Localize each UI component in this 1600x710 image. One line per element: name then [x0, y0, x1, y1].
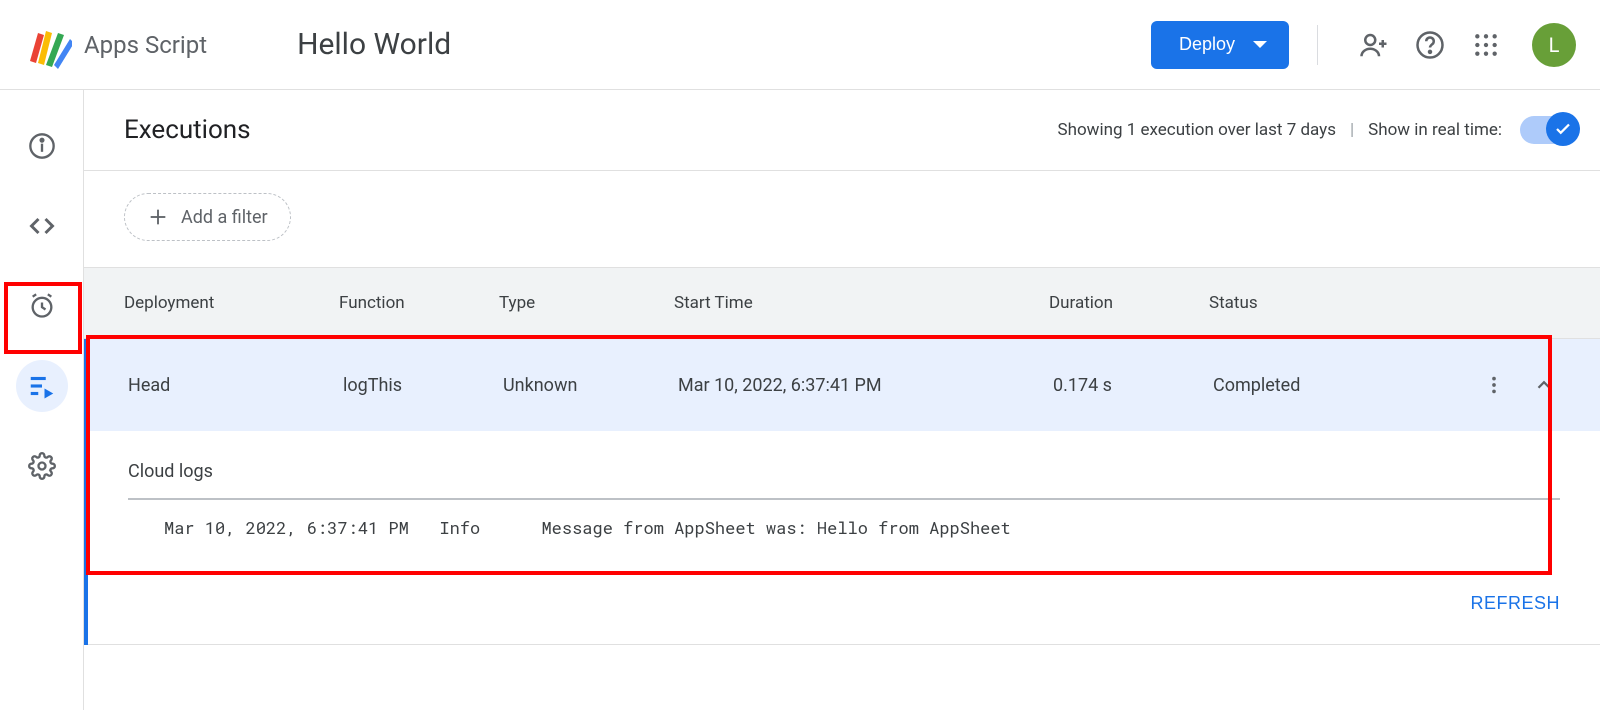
realtime-toggle[interactable]: [1520, 116, 1578, 144]
rail-overview-button[interactable]: [16, 120, 68, 172]
info-icon: [28, 132, 56, 160]
cell-deployment: Head: [128, 375, 343, 396]
summary-divider: |: [1350, 120, 1354, 140]
brand-block: Apps Script: [24, 21, 207, 69]
table-header: Deployment Function Type Start Time Dura…: [84, 267, 1600, 339]
col-function[interactable]: Function: [339, 293, 499, 313]
brand-name: Apps Script: [84, 31, 207, 59]
main-content: Executions Showing 1 execution over last…: [84, 90, 1600, 710]
apps-grid-icon: [1473, 32, 1499, 58]
add-filter-label: Add a filter: [181, 207, 268, 228]
deploy-button-label: Deploy: [1179, 34, 1235, 55]
help-button[interactable]: [1406, 21, 1454, 69]
executions-icon: [27, 371, 57, 401]
logs-divider: [128, 498, 1560, 500]
alarm-clock-icon: [28, 292, 56, 320]
col-deployment[interactable]: Deployment: [124, 293, 339, 313]
chevron-down-icon: [1253, 41, 1267, 48]
rail-executions-button[interactable]: [16, 360, 68, 412]
cell-start: Mar 10, 2022, 6:37:41 PM: [678, 375, 1053, 396]
apps-launcher-button[interactable]: [1462, 21, 1510, 69]
help-icon: [1415, 30, 1445, 60]
account-avatar[interactable]: L: [1532, 23, 1576, 67]
plus-icon: [147, 206, 169, 228]
rail-editor-button[interactable]: [16, 200, 68, 252]
executions-summary: Showing 1 execution over last 7 days: [1058, 120, 1336, 140]
filter-row: Add a filter: [124, 171, 1578, 267]
header-divider: [1317, 25, 1318, 65]
cell-duration: 0.174 s: [1053, 375, 1213, 396]
gear-icon: [28, 452, 56, 480]
log-entry: Mar 10, 2022, 6:37:41 PM Info Message fr…: [128, 516, 1560, 559]
rail-settings-button[interactable]: [16, 440, 68, 492]
more-vert-icon: [1483, 374, 1505, 396]
add-filter-chip[interactable]: Add a filter: [124, 193, 291, 241]
code-icon: [28, 212, 56, 240]
cloud-logs-panel: Cloud logs Mar 10, 2022, 6:37:41 PM Info…: [84, 431, 1600, 569]
avatar-initial: L: [1549, 33, 1560, 57]
realtime-label: Show in real time:: [1368, 120, 1502, 140]
cell-type: Unknown: [503, 375, 678, 396]
deploy-button[interactable]: Deploy: [1151, 21, 1289, 69]
apps-script-logo-icon: [24, 21, 72, 69]
page-title: Executions: [124, 115, 251, 145]
col-duration[interactable]: Duration: [1049, 293, 1209, 313]
col-status[interactable]: Status: [1209, 293, 1440, 313]
refresh-row: REFRESH: [84, 569, 1600, 644]
cloud-logs-title: Cloud logs: [128, 461, 1560, 482]
project-title[interactable]: Hello World: [297, 27, 451, 62]
toggle-knob: [1546, 112, 1580, 146]
col-start[interactable]: Start Time: [674, 293, 1049, 313]
row-collapse-button[interactable]: [1528, 369, 1560, 401]
cell-status: Completed: [1213, 375, 1440, 396]
rail-triggers-button[interactable]: [16, 280, 68, 332]
title-row: Executions Showing 1 execution over last…: [124, 90, 1578, 170]
chevron-up-icon: [1533, 374, 1555, 396]
col-type[interactable]: Type: [499, 293, 674, 313]
left-rail: [0, 90, 84, 710]
person-add-icon: [1359, 30, 1389, 60]
table-row[interactable]: Head logThis Unknown Mar 10, 2022, 6:37:…: [84, 339, 1600, 431]
cell-function: logThis: [343, 375, 503, 396]
row-more-button[interactable]: [1478, 369, 1510, 401]
app-header: Apps Script Hello World Deploy L: [0, 0, 1600, 90]
check-icon: [1554, 120, 1572, 138]
share-button[interactable]: [1350, 21, 1398, 69]
refresh-button[interactable]: REFRESH: [1470, 593, 1560, 614]
bottom-divider: [84, 644, 1600, 645]
